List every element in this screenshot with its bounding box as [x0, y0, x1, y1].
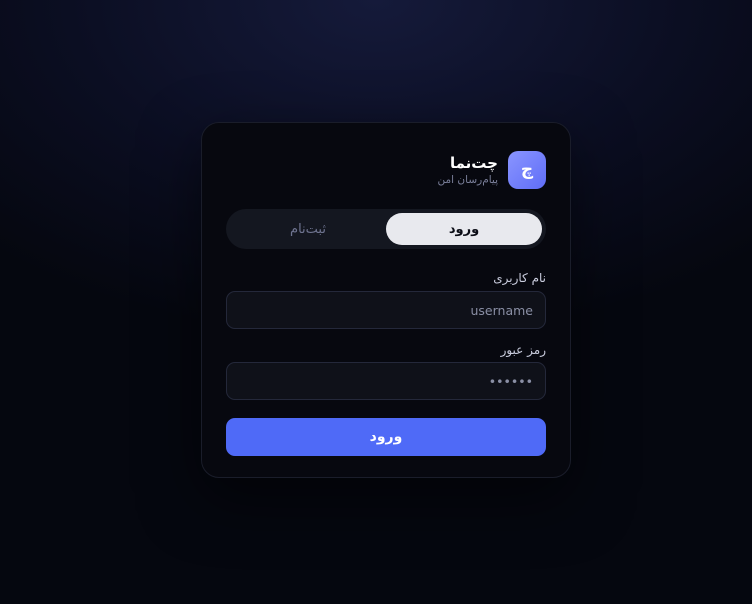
tab-register[interactable]: ثبت‌نام	[230, 213, 386, 245]
auth-tabs: ورود ثبت‌نام	[226, 209, 546, 249]
brand-logo-icon: چ	[508, 151, 546, 189]
username-input[interactable]	[226, 291, 546, 329]
app-tagline: پیام‌رسان امن	[437, 174, 498, 186]
password-input[interactable]	[226, 362, 546, 400]
brand-header: چ چت‌نما پیام‌رسان امن	[438, 151, 546, 189]
login-card: چ چت‌نما پیام‌رسان امن ورود ثبت‌نام نام …	[201, 122, 571, 478]
logo-letter: چ	[520, 159, 534, 180]
tab-login[interactable]: ورود	[386, 213, 542, 245]
login-submit-button[interactable]: ورود	[226, 418, 546, 456]
brand-text: چت‌نما پیام‌رسان امن	[438, 153, 498, 187]
password-label: رمز عبور	[500, 343, 546, 357]
username-label: نام کاربری	[493, 271, 546, 285]
app-name: چت‌نما	[449, 154, 498, 172]
